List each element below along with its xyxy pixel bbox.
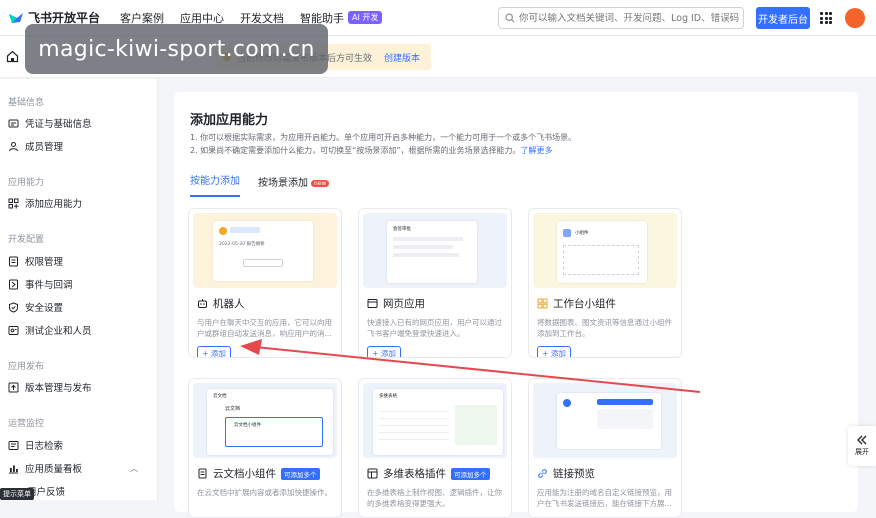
web-icon [367,299,378,308]
card-title: 机器人 [213,298,245,310]
learn-more-link[interactable]: 了解更多 [520,146,552,155]
user-avatar[interactable] [845,8,865,28]
multi-add-tag: 可添加多个 [281,467,320,480]
card-workbench-widget[interactable]: 小组件 工作台小组件 将数据图表、图文资讯等信息通过小组件添加到工作台。 + 添… [528,208,682,358]
shield-icon [9,301,18,313]
add-widget-button[interactable]: + 添加 [537,346,571,357]
base-mock-title: 多维表格 [379,394,397,399]
double-chevron-left-icon [857,435,867,445]
log-icon [8,440,19,450]
test-icon [8,325,19,335]
sidebar-item-quality-dashboard[interactable]: 应用质量看板 [8,461,82,475]
sidebar-item-members[interactable]: 成员管理 [8,139,63,153]
doc-widget-preview-image: 云文档 云文档 云文档小组件 [193,383,337,458]
description-line-1: 1. 你可以根据实际需求，为应用开启能力。单个应用可开启多种能力，一个能力可用于… [190,133,577,142]
card-title: 工作台小组件 [553,298,616,310]
card-desc: 在云文档中扩展内容或者添加快捷操作。 [197,488,332,497]
sidebar: 基础信息 凭证与基础信息 成员管理 应用能力 添加应用能力 开发配置 权限管理 … [0,79,158,500]
widget-icon [537,298,548,309]
web-mock-title: 会签审批 [393,227,411,232]
multi-add-tag: 可添加多个 [451,467,490,480]
permission-icon [9,256,18,266]
sidebar-section-app-capability: 应用能力 [8,178,45,188]
ai-badge: AI 开发 [348,11,383,24]
sidebar-item-credentials[interactable]: 凭证与基础信息 [8,116,92,130]
card-desc: 应用能为注册的域名自定义链接预览，用户在飞书发送链接后，能在链接下方展... [537,488,672,508]
tabs: 按能力添加 按场景添加 new [190,172,347,197]
sidebar-item-test-enterprise[interactable]: 测试企业和人员 [8,323,92,337]
card-doc-widget[interactable]: 云文档 云文档 云文档小组件 云文档小组件 可添加多个 在云文档中扩展内容或者添加… [188,378,342,518]
card-bot[interactable]: 2022-05-20 报告摘要 机器人 与用户在聊天中交互的应用，它可以向用户或… [188,208,342,358]
chevron-up-icon[interactable]: ︿ [130,463,138,474]
tab-by-capability[interactable]: 按能力添加 [190,172,240,197]
sidebar-item-version-release[interactable]: 版本管理与发布 [8,380,92,394]
sidebar-section-dev-config: 开发配置 [8,235,45,245]
add-web-app-button[interactable]: + 添加 [367,346,401,357]
robot-icon [198,299,207,308]
tooltip: 提示菜单 [0,488,34,500]
base-plugin-preview-image: 多维表格 [363,383,507,458]
feishu-logo-icon [9,12,23,23]
sidebar-item-security[interactable]: 安全设置 [8,300,63,314]
search-icon [505,13,515,23]
search-input[interactable] [519,12,739,24]
widget-mock-title: 小组件 [575,231,589,236]
developer-console-button[interactable]: 开发者后台 [756,7,810,29]
sidebar-item-events[interactable]: 事件与回调 [8,277,73,291]
sidebar-item-log-search[interactable]: 日志检索 [8,438,63,452]
link-preview-image [533,383,677,458]
card-desc: 在多维表格上制作视图、逻辑插件，让你的多维表格变得更强大。 [367,488,502,508]
card-desc: 与用户在聊天中交互的应用，它可以向用户或群组自动发送消息，响应用户的消... [197,318,332,338]
bot-preview-image: 2022-05-20 报告摘要 [193,213,337,288]
card-title: 多维表格插件 [383,468,446,480]
event-icon [9,279,18,289]
grid-plus-icon [8,198,19,208]
user-icon [9,141,18,151]
sidebar-section-monitoring: 运营监控 [8,419,45,429]
expand-panel-button[interactable]: 展开 [848,426,876,466]
card-desc: 快速接入已有的网页应用，用户可以通过飞书客户端免登录快速进入。 [367,318,502,338]
page-title: 添加应用能力 [190,113,269,128]
widget-preview-image: 小组件 [533,213,677,288]
card-desc: 将数据图表、图文资讯等信息通过小组件添加到工作台。 [537,318,672,338]
sidebar-item-permissions[interactable]: 权限管理 [8,254,63,268]
card-title: 网页应用 [383,298,425,310]
card-title: 链接预览 [553,468,595,480]
dashboard-icon [9,465,18,473]
card-link-preview[interactable]: 链接预览 应用能为注册的域名自定义链接预览，用户在飞书发送链接后，能在链接下方展… [528,378,682,518]
doc-mock-header: 云文档 [213,394,227,399]
link-icon [538,469,547,478]
doc-icon [198,468,207,479]
watermark-overlay: magic-kiwi-sport.com.cn [25,24,328,74]
doc-mock-inner: 云文档小组件 [234,423,261,428]
table-icon [367,468,378,479]
create-version-link[interactable]: 创建版本 [384,51,420,64]
id-card-icon [8,119,19,127]
sidebar-section-basic-info: 基础信息 [8,98,45,108]
card-title: 云文档小组件 [213,468,276,480]
web-app-preview-image: 会签审批 [363,213,507,288]
sidebar-item-add-capability[interactable]: 添加应用能力 [8,196,82,210]
sidebar-section-release: 应用发布 [8,362,45,372]
apps-grid-icon[interactable] [820,12,832,24]
bot-mock-date: 2022-05-20 报告摘要 [219,242,265,247]
doc-mock-sub: 云文档 [225,406,241,412]
release-icon [8,382,19,392]
card-base-plugin[interactable]: 多维表格 多维表格插件 可添加多个 在多维表格上制作视图、逻辑插件，让你的多维表格… [358,378,512,518]
card-web-app[interactable]: 会签审批 网页应用 快速接入已有的网页应用，用户可以通过飞书客户端免登录快速进入… [358,208,512,358]
new-badge: new [311,180,330,187]
main-panel: 添加应用能力 1. 你可以根据实际需求，为应用开启能力。单个应用可开启多种能力，… [174,92,858,518]
search-box[interactable] [498,7,744,29]
home-icon[interactable] [6,50,19,63]
add-bot-button[interactable]: + 添加 [197,346,231,357]
expand-label: 展开 [855,448,869,456]
description-line-2: 2. 如果尚不确定需要添加什么能力，可切换至“按场景添加”，根据所需的业务场景选… [190,146,553,155]
tab-by-scenario[interactable]: 按场景添加 new [258,174,330,197]
